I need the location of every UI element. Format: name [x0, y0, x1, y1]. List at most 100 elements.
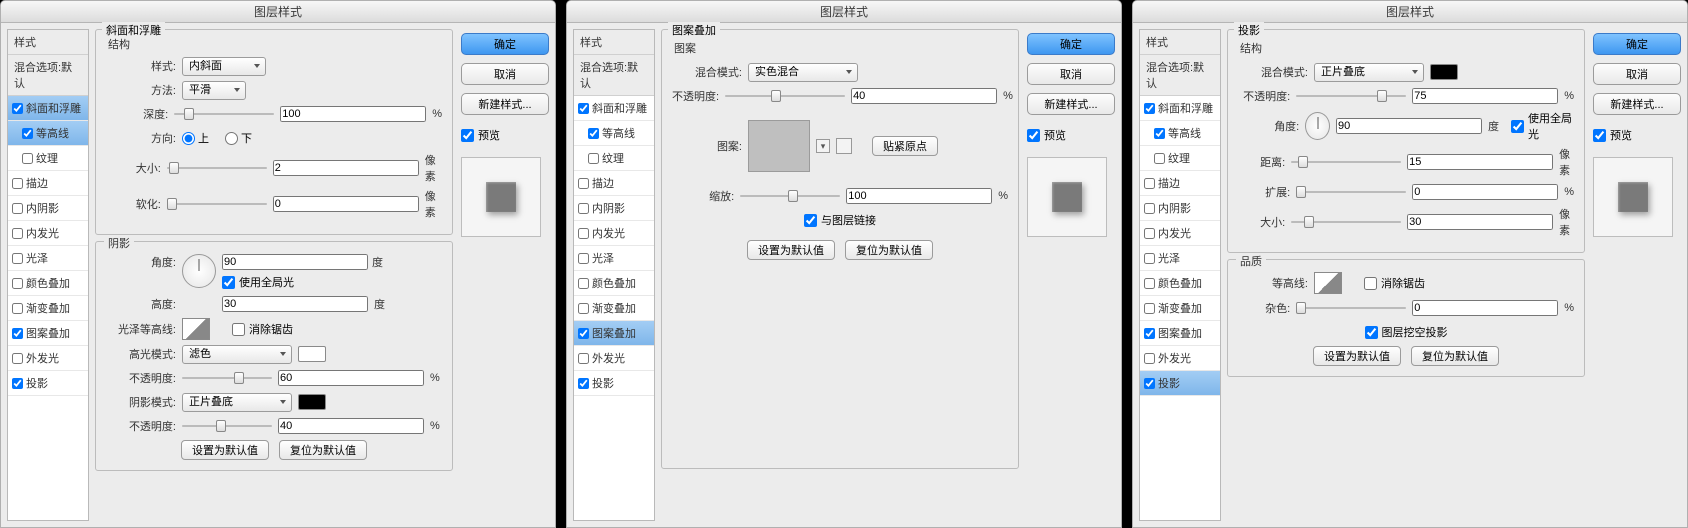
- inner-shadow-checkbox[interactable]: [578, 203, 589, 214]
- sidebar-item-drop-shadow[interactable]: 投影: [574, 371, 654, 396]
- ds-use-global-checkbox[interactable]: 使用全局光: [1511, 110, 1574, 142]
- sidebar-item-bevel[interactable]: 斜面和浮雕: [1140, 96, 1220, 121]
- sidebar-item-contour[interactable]: 等高线: [8, 121, 88, 146]
- pattern-blend-select[interactable]: 实色混合: [748, 63, 858, 82]
- new-style-button[interactable]: 新建样式...: [1593, 93, 1681, 115]
- outer-glow-checkbox[interactable]: [1144, 353, 1155, 364]
- sidebar-item-inner-glow[interactable]: 内发光: [8, 221, 88, 246]
- ds-angle-input[interactable]: [1336, 118, 1482, 134]
- anti-alias-checkbox[interactable]: 消除锯齿: [232, 321, 293, 337]
- pattern-opacity-input[interactable]: [851, 88, 997, 104]
- reset-default-button[interactable]: 复位为默认值: [1411, 346, 1499, 366]
- direction-down-radio[interactable]: 下: [225, 130, 252, 146]
- preview-checkbox[interactable]: 预览: [1593, 127, 1681, 143]
- contour-checkbox[interactable]: [1154, 128, 1165, 139]
- sidebar-item-texture[interactable]: 纹理: [574, 146, 654, 171]
- sidebar-item-contour[interactable]: 等高线: [574, 121, 654, 146]
- pattern-swatch[interactable]: [748, 120, 810, 172]
- inner-glow-checkbox[interactable]: [578, 228, 589, 239]
- sidebar-item-pattern-overlay[interactable]: 图案叠加: [1140, 321, 1220, 346]
- layer-knockout-checkbox[interactable]: 图层挖空投影: [1365, 324, 1448, 340]
- ds-anti-alias-checkbox[interactable]: 消除锯齿: [1364, 275, 1425, 291]
- ds-noise-input[interactable]: [1412, 300, 1558, 316]
- ds-spread-input[interactable]: [1412, 184, 1558, 200]
- sidebar-blend-options[interactable]: 混合选项:默认: [8, 55, 88, 96]
- sidebar-item-outer-glow[interactable]: 外发光: [574, 346, 654, 371]
- drop-shadow-checkbox[interactable]: [12, 378, 23, 389]
- sidebar-item-color-overlay[interactable]: 颜色叠加: [1140, 271, 1220, 296]
- satin-checkbox[interactable]: [1144, 253, 1155, 264]
- drop-shadow-checkbox[interactable]: [1144, 378, 1155, 389]
- sidebar-item-gradient-overlay[interactable]: 渐变叠加: [8, 296, 88, 321]
- texture-checkbox[interactable]: [588, 153, 599, 164]
- new-style-button[interactable]: 新建样式...: [1027, 93, 1115, 115]
- direction-up-radio[interactable]: 上: [182, 130, 209, 146]
- drop-shadow-checkbox[interactable]: [578, 378, 589, 389]
- ds-noise-slider[interactable]: [1296, 300, 1406, 316]
- sidebar-item-inner-shadow[interactable]: 内阴影: [1140, 196, 1220, 221]
- outer-glow-checkbox[interactable]: [12, 353, 23, 364]
- ds-size-input[interactable]: [1407, 214, 1553, 230]
- pattern-scale-slider[interactable]: [740, 188, 840, 204]
- gradient-overlay-checkbox[interactable]: [12, 303, 23, 314]
- ds-spread-slider[interactable]: [1296, 184, 1406, 200]
- reset-default-button[interactable]: 复位为默认值: [279, 440, 367, 460]
- pattern-opacity-slider[interactable]: [725, 88, 845, 104]
- ok-button[interactable]: 确定: [1027, 33, 1115, 55]
- angle-input[interactable]: [222, 254, 368, 270]
- sh-opacity-slider[interactable]: [182, 418, 272, 434]
- soften-input[interactable]: [273, 196, 419, 212]
- sidebar-item-pattern-overlay[interactable]: 图案叠加: [8, 321, 88, 346]
- sidebar-blend-options[interactable]: 混合选项:默认: [574, 55, 654, 96]
- color-overlay-checkbox[interactable]: [578, 278, 589, 289]
- sidebar-item-outer-glow[interactable]: 外发光: [8, 346, 88, 371]
- size-input[interactable]: [273, 160, 419, 176]
- gloss-contour-swatch[interactable]: [182, 318, 210, 340]
- stroke-checkbox[interactable]: [12, 178, 23, 189]
- texture-checkbox[interactable]: [1154, 153, 1165, 164]
- size-slider[interactable]: [167, 160, 267, 176]
- sh-opacity-input[interactable]: [278, 418, 424, 434]
- new-style-button[interactable]: 新建样式...: [461, 93, 549, 115]
- bevel-checkbox[interactable]: [578, 103, 589, 114]
- depth-input[interactable]: [280, 106, 426, 122]
- soften-slider[interactable]: [167, 196, 267, 212]
- gradient-overlay-checkbox[interactable]: [578, 303, 589, 314]
- snap-origin-button[interactable]: 贴紧原点: [872, 136, 938, 156]
- sidebar-item-satin[interactable]: 光泽: [8, 246, 88, 271]
- sidebar-item-pattern-overlay[interactable]: 图案叠加: [574, 321, 654, 346]
- ds-distance-input[interactable]: [1407, 154, 1553, 170]
- color-overlay-checkbox[interactable]: [12, 278, 23, 289]
- sidebar-item-gradient-overlay[interactable]: 渐变叠加: [1140, 296, 1220, 321]
- ds-opacity-input[interactable]: [1412, 88, 1558, 104]
- pattern-overlay-checkbox[interactable]: [1144, 328, 1155, 339]
- pattern-overlay-checkbox[interactable]: [578, 328, 589, 339]
- contour-checkbox[interactable]: [22, 128, 33, 139]
- stroke-checkbox[interactable]: [578, 178, 589, 189]
- sidebar-item-satin[interactable]: 光泽: [574, 246, 654, 271]
- bevel-checkbox[interactable]: [12, 103, 23, 114]
- sidebar-item-texture[interactable]: 纹理: [1140, 146, 1220, 171]
- cancel-button[interactable]: 取消: [461, 63, 549, 85]
- sidebar-item-satin[interactable]: 光泽: [1140, 246, 1220, 271]
- ds-blend-select[interactable]: 正片叠底: [1314, 63, 1424, 82]
- stroke-checkbox[interactable]: [1144, 178, 1155, 189]
- sidebar-item-stroke[interactable]: 描边: [1140, 171, 1220, 196]
- depth-slider[interactable]: [174, 106, 274, 122]
- outer-glow-checkbox[interactable]: [578, 353, 589, 364]
- sidebar-item-bevel[interactable]: 斜面和浮雕: [574, 96, 654, 121]
- sidebar-item-stroke[interactable]: 描边: [8, 171, 88, 196]
- ds-distance-slider[interactable]: [1291, 154, 1401, 170]
- new-preset-icon[interactable]: [836, 138, 852, 154]
- hl-opacity-slider[interactable]: [182, 370, 272, 386]
- satin-checkbox[interactable]: [578, 253, 589, 264]
- satin-checkbox[interactable]: [12, 253, 23, 264]
- texture-checkbox[interactable]: [22, 153, 33, 164]
- sidebar-item-inner-glow[interactable]: 内发光: [1140, 221, 1220, 246]
- gradient-overlay-checkbox[interactable]: [1144, 303, 1155, 314]
- sidebar-item-stroke[interactable]: 描边: [574, 171, 654, 196]
- sidebar-item-contour[interactable]: 等高线: [1140, 121, 1220, 146]
- highlight-color-swatch[interactable]: [298, 346, 326, 362]
- contour-checkbox[interactable]: [588, 128, 599, 139]
- cancel-button[interactable]: 取消: [1593, 63, 1681, 85]
